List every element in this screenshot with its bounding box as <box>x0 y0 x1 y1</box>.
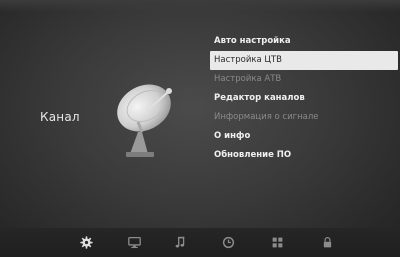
tab-time[interactable] <box>219 233 237 251</box>
section-title: Канал <box>40 110 80 124</box>
lock-icon <box>323 236 331 247</box>
top-edge <box>0 0 400 12</box>
menu-item[interactable]: Обновление ПО <box>210 146 398 165</box>
grid-icon <box>272 237 282 247</box>
menu-item[interactable]: Настройка ЦТВ <box>210 51 398 70</box>
menu-item[interactable]: О инфо <box>210 127 398 146</box>
clock-icon <box>222 236 234 248</box>
gear-icon <box>79 235 93 249</box>
tab-sound[interactable] <box>171 233 189 251</box>
menu-item[interactable]: Авто настройка <box>210 32 398 51</box>
music-note-icon <box>175 236 184 247</box>
satellite-dish-icon <box>117 84 172 157</box>
channel-settings-menu: Авто настройка Настройка ЦТВ Настройка АТВ… <box>210 32 398 165</box>
bottom-tab-bar <box>0 228 400 257</box>
menu-item: Информация о сигнале <box>214 112 319 122</box>
tab-picture[interactable] <box>125 233 143 251</box>
tab-apps[interactable] <box>268 233 286 251</box>
monitor-icon <box>127 236 141 248</box>
tab-lock[interactable] <box>318 233 336 251</box>
menu-item: Настройка АТВ <box>214 74 282 84</box>
menu-item[interactable]: Редактор каналов <box>210 89 398 108</box>
tab-settings[interactable] <box>77 233 95 251</box>
